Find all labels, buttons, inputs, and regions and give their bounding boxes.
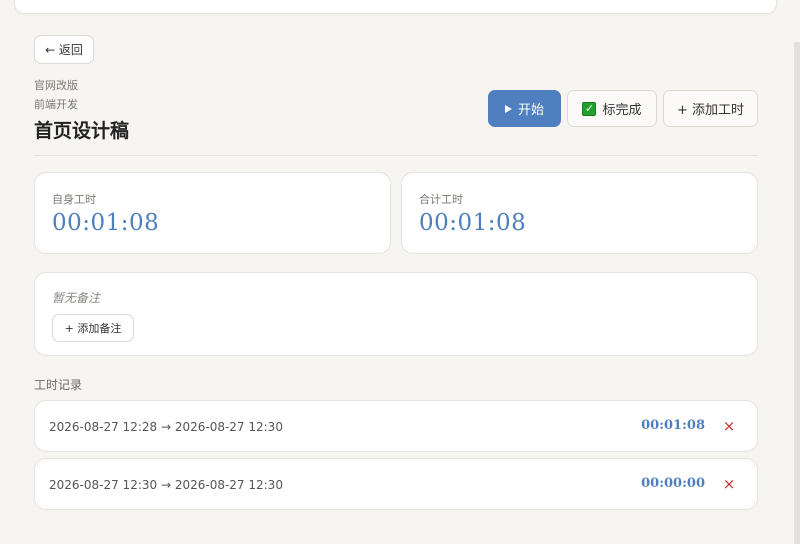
add-note-button[interactable]: + 添加备注 <box>52 314 134 342</box>
time-log-duration: 00:01:08 <box>641 418 705 433</box>
total-time-label: 合计工时 <box>419 193 463 206</box>
start-button[interactable]: 开始 <box>488 90 561 127</box>
self-time-label: 自身工时 <box>52 193 96 206</box>
delete-icon[interactable]: × <box>721 416 737 436</box>
time-log-row: 2026-08-27 12:30 → 2026-08-27 12:30 00:0… <box>34 458 758 510</box>
total-time-value: 00:01:08 <box>419 210 527 236</box>
self-time-value: 00:01:08 <box>52 210 160 236</box>
page-title: 首页设计稿 <box>34 120 130 142</box>
back-button[interactable]: ← 返回 <box>34 35 94 64</box>
time-log-duration: 00:00:00 <box>641 476 705 491</box>
mark-done-button[interactable]: ✓ 标完成 <box>567 90 657 127</box>
mark-done-label: 标完成 <box>602 103 642 118</box>
breadcrumb-project: 官网改版 <box>34 79 78 92</box>
add-time-label: + 添加工时 <box>676 103 745 118</box>
time-log-range: 2026-08-27 12:30 → 2026-08-27 12:30 <box>49 478 283 492</box>
divider <box>34 155 758 156</box>
scrollbar[interactable] <box>794 42 800 544</box>
check-icon: ✓ <box>582 101 597 116</box>
note-card: 暂无备注 + 添加备注 <box>34 272 758 356</box>
play-icon <box>504 104 512 113</box>
time-log-title: 工时记录 <box>34 378 83 392</box>
time-log-row: 2026-08-27 12:28 → 2026-08-27 12:30 00:0… <box>34 400 758 452</box>
self-time-card: 自身工时 00:01:08 <box>34 172 391 254</box>
add-time-button[interactable]: + 添加工时 <box>663 90 758 127</box>
start-label: 开始 <box>517 103 544 118</box>
delete-icon[interactable]: × <box>721 474 737 494</box>
total-time-card: 合计工时 00:01:08 <box>401 172 758 254</box>
time-log-range: 2026-08-27 12:28 → 2026-08-27 12:30 <box>49 420 283 434</box>
note-empty-text: 暂无备注 <box>52 291 101 305</box>
header-card <box>14 0 777 14</box>
breadcrumb-group: 前端开发 <box>34 98 78 111</box>
